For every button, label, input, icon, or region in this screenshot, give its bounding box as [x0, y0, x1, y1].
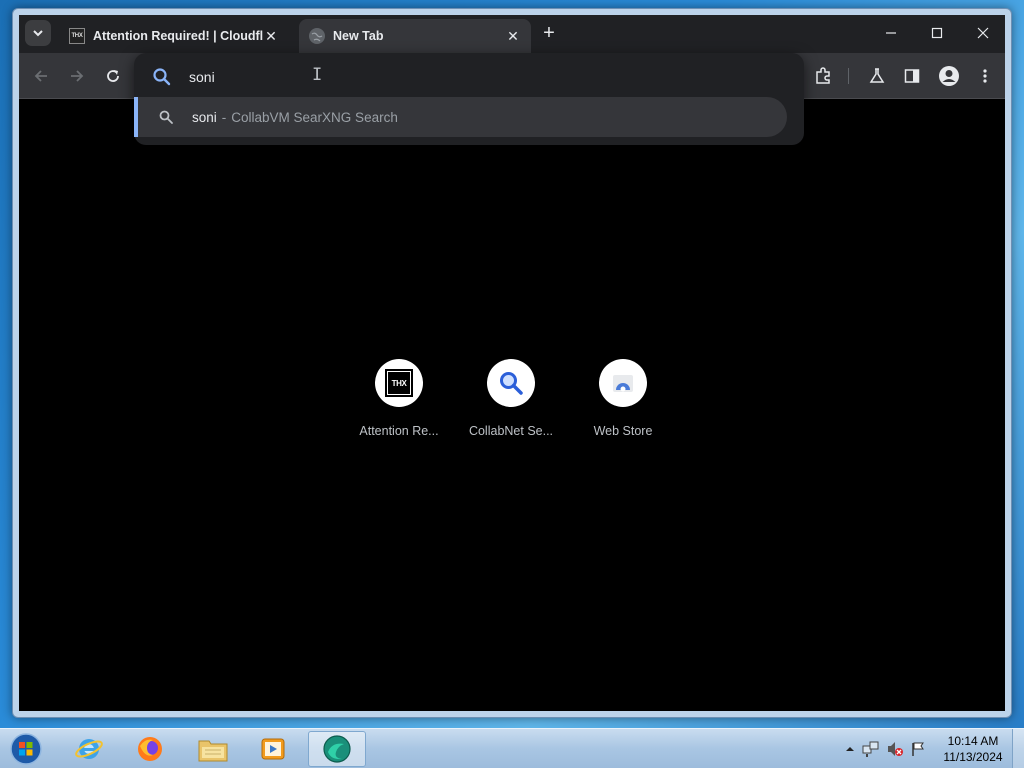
- side-panel-button[interactable]: [900, 64, 924, 88]
- new-tab-page: THX Attention Re... CollabNet Se... Web …: [19, 99, 1005, 711]
- start-button[interactable]: [6, 731, 46, 767]
- shortcut-label: Attention Re...: [359, 424, 439, 438]
- close-icon[interactable]: ✕: [263, 28, 279, 44]
- search-icon: [159, 110, 173, 124]
- web-store-icon: [613, 375, 633, 392]
- shortcut-icon-circle: [599, 359, 647, 407]
- window-close-button[interactable]: [961, 21, 1005, 45]
- suggestion-engine: CollabVM SearXNG Search: [231, 109, 398, 125]
- shortcut-label: CollabNet Se...: [468, 424, 554, 438]
- shortcut-icon-circle: [487, 359, 535, 407]
- address-bar-input[interactable]: [189, 64, 749, 90]
- show-hidden-icons-icon[interactable]: [844, 743, 856, 755]
- system-tray: [844, 729, 926, 768]
- new-tab-button[interactable]: +: [539, 23, 559, 44]
- text-cursor-icon: I: [312, 65, 323, 85]
- folder-icon: [198, 740, 228, 762]
- media-player-icon: [261, 738, 285, 760]
- labs-button[interactable]: [865, 64, 889, 88]
- suggestion-query: soni: [192, 109, 217, 125]
- back-button[interactable]: [29, 64, 53, 88]
- toolbar-divider: [848, 68, 849, 84]
- puzzle-icon: [816, 67, 830, 84]
- shortcut-icon-circle: THX: [375, 359, 423, 407]
- shortcut-label: Web Store: [593, 424, 653, 438]
- forward-button[interactable]: [65, 64, 89, 88]
- browser-frame: THX Attention Required! | Cloudflare ✕ N…: [19, 15, 1005, 711]
- thx-logo-icon: THX: [385, 369, 413, 397]
- globe-icon: [309, 28, 325, 44]
- shortcut-web-store[interactable]: Web Store: [573, 359, 673, 438]
- omnibox-dropdown: I soni - CollabVM SearXNG Search: [134, 53, 804, 145]
- maximize-button[interactable]: [915, 21, 959, 45]
- thx-logo-icon: THX: [69, 28, 85, 44]
- browser-window: THX Attention Required! | Cloudflare ✕ N…: [12, 8, 1012, 718]
- taskbar-browser-active[interactable]: [308, 731, 366, 767]
- internet-explorer-icon: [75, 739, 103, 759]
- flask-icon: [869, 68, 885, 83]
- arrow-left-icon: [34, 70, 47, 82]
- maximize-icon: [931, 27, 943, 39]
- suggestion-separator: -: [221, 109, 227, 125]
- profile-button[interactable]: [937, 64, 961, 88]
- browser-app-icon: [323, 735, 351, 763]
- minimize-icon: [886, 32, 896, 34]
- search-icon: [153, 68, 171, 86]
- reload-icon: [107, 70, 119, 82]
- side-panel-icon: [904, 69, 920, 83]
- tab-new-tab[interactable]: New Tab ✕: [299, 19, 531, 53]
- kebab-menu-icon: [983, 69, 987, 83]
- close-icon: [977, 27, 989, 39]
- arrow-right-icon: [71, 70, 84, 82]
- taskbar: 10:14 AM 11/13/2024: [0, 728, 1024, 768]
- tab-attention-required[interactable]: THX Attention Required! | Cloudflare ✕: [59, 19, 289, 53]
- taskbar-internet-explorer[interactable]: [62, 731, 116, 767]
- tab-title: New Tab: [333, 29, 384, 43]
- clock-date: 11/13/2024: [943, 750, 1003, 764]
- network-icon[interactable]: [862, 740, 880, 758]
- magnifier-icon: [500, 372, 523, 395]
- taskbar-file-explorer[interactable]: [186, 731, 240, 767]
- firefox-icon: [138, 737, 162, 761]
- action-center-flag-icon[interactable]: [910, 741, 926, 757]
- clock[interactable]: 10:14 AM 11/13/2024: [930, 733, 1016, 765]
- tab-title: Attention Required! | Cloudflare: [93, 29, 263, 43]
- tab-search-button[interactable]: [25, 20, 51, 46]
- windows-start-orb-icon: [10, 733, 42, 765]
- shortcut-collabnet-search[interactable]: CollabNet Se...: [461, 359, 561, 438]
- reload-button[interactable]: [101, 64, 125, 88]
- menu-button[interactable]: [973, 64, 997, 88]
- omnibox-suggestion[interactable]: soni - CollabVM SearXNG Search: [134, 97, 787, 137]
- shortcut-attention-required[interactable]: THX Attention Re...: [349, 359, 449, 438]
- show-desktop-button[interactable]: [1012, 729, 1024, 768]
- close-icon[interactable]: ✕: [505, 28, 521, 44]
- avatar-icon: [939, 66, 959, 86]
- extensions-button[interactable]: [811, 64, 835, 88]
- volume-muted-icon[interactable]: [886, 740, 904, 758]
- chevron-down-icon: [33, 30, 43, 37]
- taskbar-firefox[interactable]: [123, 731, 177, 767]
- clock-time: 10:14 AM: [947, 734, 999, 748]
- tab-strip: THX Attention Required! | Cloudflare ✕ N…: [19, 15, 1005, 53]
- taskbar-media-player[interactable]: [246, 731, 300, 767]
- shortcuts-grid: THX Attention Re... CollabNet Se... Web …: [349, 359, 689, 459]
- minimize-button[interactable]: [869, 21, 913, 45]
